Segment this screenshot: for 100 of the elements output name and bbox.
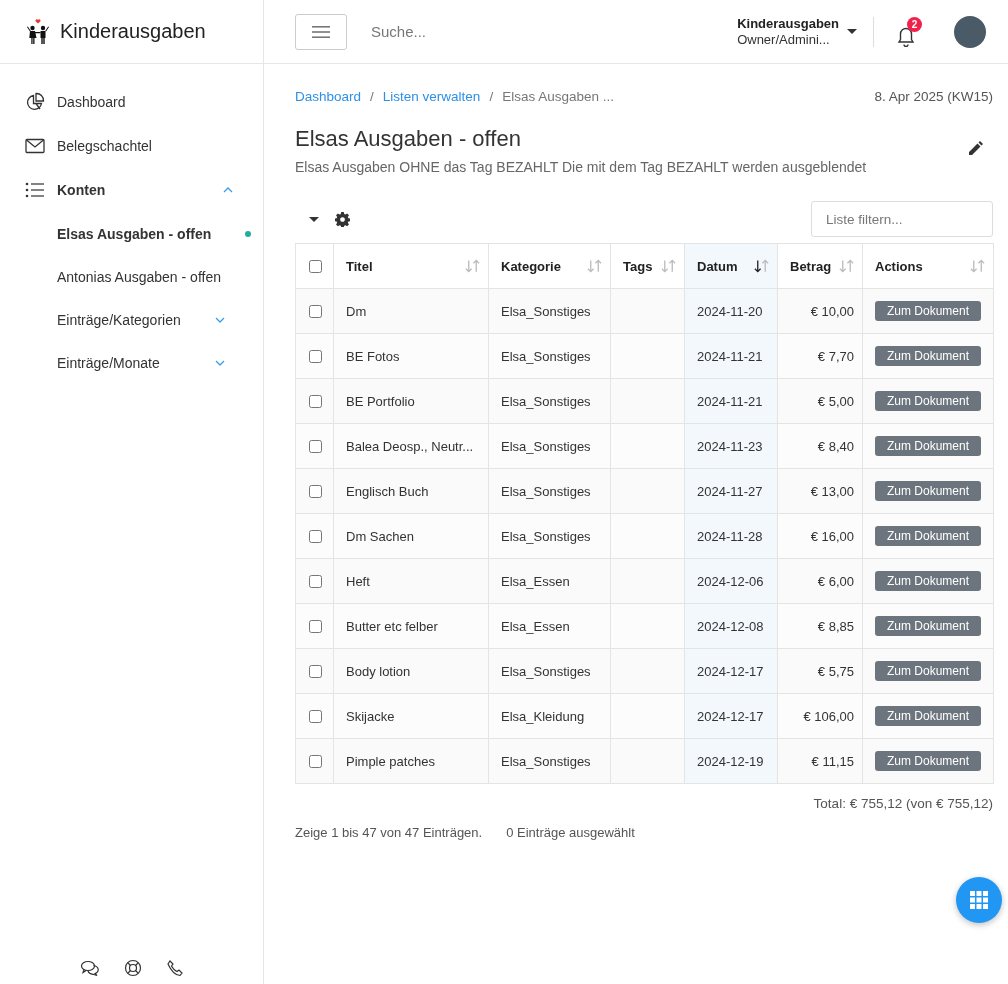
row-checkbox[interactable]: [308, 754, 322, 768]
table-cell: Elsa_Essen: [501, 618, 570, 634]
column-header[interactable]: Tags: [610, 243, 685, 289]
table-cell: Body lotion: [346, 663, 411, 679]
column-header[interactable]: Datum: [684, 243, 778, 289]
envelope-icon: [24, 138, 46, 154]
document-button[interactable]: Zum Dokument: [875, 436, 982, 456]
breadcrumb-link[interactable]: Listen verwalten: [382, 89, 481, 104]
table-cell: Elsa_Sonstiges: [501, 483, 591, 499]
entries-info: Zeige 1 bis 47 von 47 Einträgen.: [295, 825, 483, 840]
document-button[interactable]: Zum Dokument: [875, 391, 982, 411]
sort-icon: [754, 259, 769, 273]
table-cell: 2024-12-08: [697, 618, 764, 634]
column-header[interactable]: Betrag: [777, 243, 863, 289]
page-title: Elsas Ausgaben - offen: [295, 126, 522, 152]
table-cell: Elsa_Sonstiges: [501, 393, 591, 409]
table-cell: Elsa_Kleidung: [501, 708, 585, 724]
table-cell: € 8,85: [817, 618, 854, 634]
table-cell: € 8,40: [817, 438, 854, 454]
table-cell: € 16,00: [810, 528, 854, 544]
row-checkbox[interactable]: [308, 529, 322, 543]
lifebuoy-icon[interactable]: [123, 959, 142, 977]
logo-drawing: [26, 18, 50, 45]
document-button[interactable]: Zum Dokument: [875, 616, 982, 636]
row-checkbox[interactable]: [308, 574, 322, 588]
phone-icon[interactable]: [165, 959, 184, 977]
sidebar-item[interactable]: Einträge/Kategorien: [0, 298, 263, 341]
breadcrumb-separator: /: [489, 89, 494, 104]
notification-badge: 2: [907, 16, 922, 32]
grid-icon: [970, 891, 988, 909]
table-cell: 2024-11-20: [697, 303, 763, 319]
table-cell: € 106,00: [803, 708, 854, 724]
breadcrumb-link[interactable]: Dashboard: [295, 89, 362, 104]
avatar[interactable]: [954, 15, 986, 48]
table-cell: € 11,15: [811, 753, 854, 769]
document-button[interactable]: Zum Dokument: [875, 301, 982, 321]
table-cell: 2024-11-27: [697, 483, 763, 499]
document-button[interactable]: Zum Dokument: [875, 481, 982, 501]
table-cell: € 13,00: [810, 483, 854, 499]
table-cell: BE Fotos: [346, 348, 400, 364]
document-button[interactable]: Zum Dokument: [875, 661, 982, 681]
total-text: Total: € 755,12 (von € 755,12): [813, 796, 993, 811]
filter-field[interactable]: Liste filtern...: [811, 201, 993, 237]
search-field[interactable]: Suche...: [369, 22, 738, 41]
pie-chart-icon: [24, 92, 46, 112]
row-checkbox[interactable]: [308, 484, 322, 498]
chevron-down-icon: [215, 316, 225, 323]
sidebar-item[interactable]: Belegschachtel: [0, 124, 263, 168]
sidebar-item[interactable]: Einträge/Monate: [0, 341, 263, 384]
row-checkbox[interactable]: [308, 439, 322, 453]
sidebar-item[interactable]: Dashboard: [0, 80, 263, 124]
apps-button[interactable]: [956, 877, 1002, 923]
sidebar-item[interactable]: Konten: [0, 168, 263, 212]
breadcrumb-separator: /: [370, 89, 374, 104]
table-cell: 2024-12-06: [697, 573, 764, 589]
document-button[interactable]: Zum Dokument: [875, 526, 982, 546]
row-checkbox[interactable]: [308, 619, 322, 633]
chat-bubbles-icon[interactable]: [79, 959, 100, 977]
column-header[interactable]: Kategorie: [488, 243, 611, 289]
sort-icon: [661, 259, 676, 273]
document-button[interactable]: Zum Dokument: [875, 346, 982, 366]
document-button[interactable]: Zum Dokument: [875, 706, 982, 726]
row-checkbox[interactable]: [308, 304, 322, 318]
active-dot: [245, 230, 251, 237]
table-cell: € 5,00: [817, 393, 854, 409]
table-cell: Elsa_Sonstiges: [501, 348, 591, 364]
select-all-checkbox[interactable]: [308, 259, 322, 273]
sort-icon: [970, 259, 985, 273]
document-button[interactable]: Zum Dokument: [875, 751, 982, 771]
sort-icon: [465, 259, 480, 273]
pencil-icon[interactable]: [969, 141, 983, 155]
table-cell: Elsa_Sonstiges: [501, 438, 591, 454]
selection-info: 0 Einträge ausgewählt: [506, 825, 635, 840]
sidebar-item[interactable]: Elsas Ausgaben - offen: [0, 212, 263, 255]
chevron-down-icon: [215, 359, 225, 366]
breadcrumb-current: Elsas Ausgaben ...: [502, 89, 614, 104]
account-menu[interactable]: Kinderausgaben Owner/Admini...: [737, 15, 857, 48]
table-cell: 2024-12-19: [697, 753, 764, 769]
document-button[interactable]: Zum Dokument: [875, 571, 982, 591]
column-header[interactable]: Titel: [333, 243, 489, 289]
table-cell: 2024-12-17: [697, 663, 764, 679]
table-cell: Dm: [346, 303, 367, 319]
caret-down-icon[interactable]: [309, 216, 319, 222]
row-checkbox[interactable]: [308, 349, 322, 363]
row-checkbox[interactable]: [308, 709, 322, 723]
column-header[interactable]: Actions: [862, 243, 994, 289]
sidebar-item[interactable]: Antonias Ausgaben - offen: [0, 255, 263, 298]
table-cell: Skijacke: [346, 708, 395, 724]
table-cell: Elsa_Sonstiges: [501, 663, 591, 679]
menu-button[interactable]: [295, 13, 347, 50]
notifications-button[interactable]: 2: [896, 16, 922, 47]
table-cell: Heft: [346, 573, 370, 589]
table-cell: Butter etc felber: [346, 618, 438, 634]
caret-down-icon: [847, 29, 857, 34]
table-cell: € 10,00: [810, 303, 854, 319]
row-checkbox[interactable]: [308, 394, 322, 408]
table-cell: Elsa_Sonstiges: [501, 303, 591, 319]
table-cell: Elsa_Essen: [501, 573, 570, 589]
settings-icon[interactable]: [335, 211, 350, 227]
row-checkbox[interactable]: [308, 664, 322, 678]
